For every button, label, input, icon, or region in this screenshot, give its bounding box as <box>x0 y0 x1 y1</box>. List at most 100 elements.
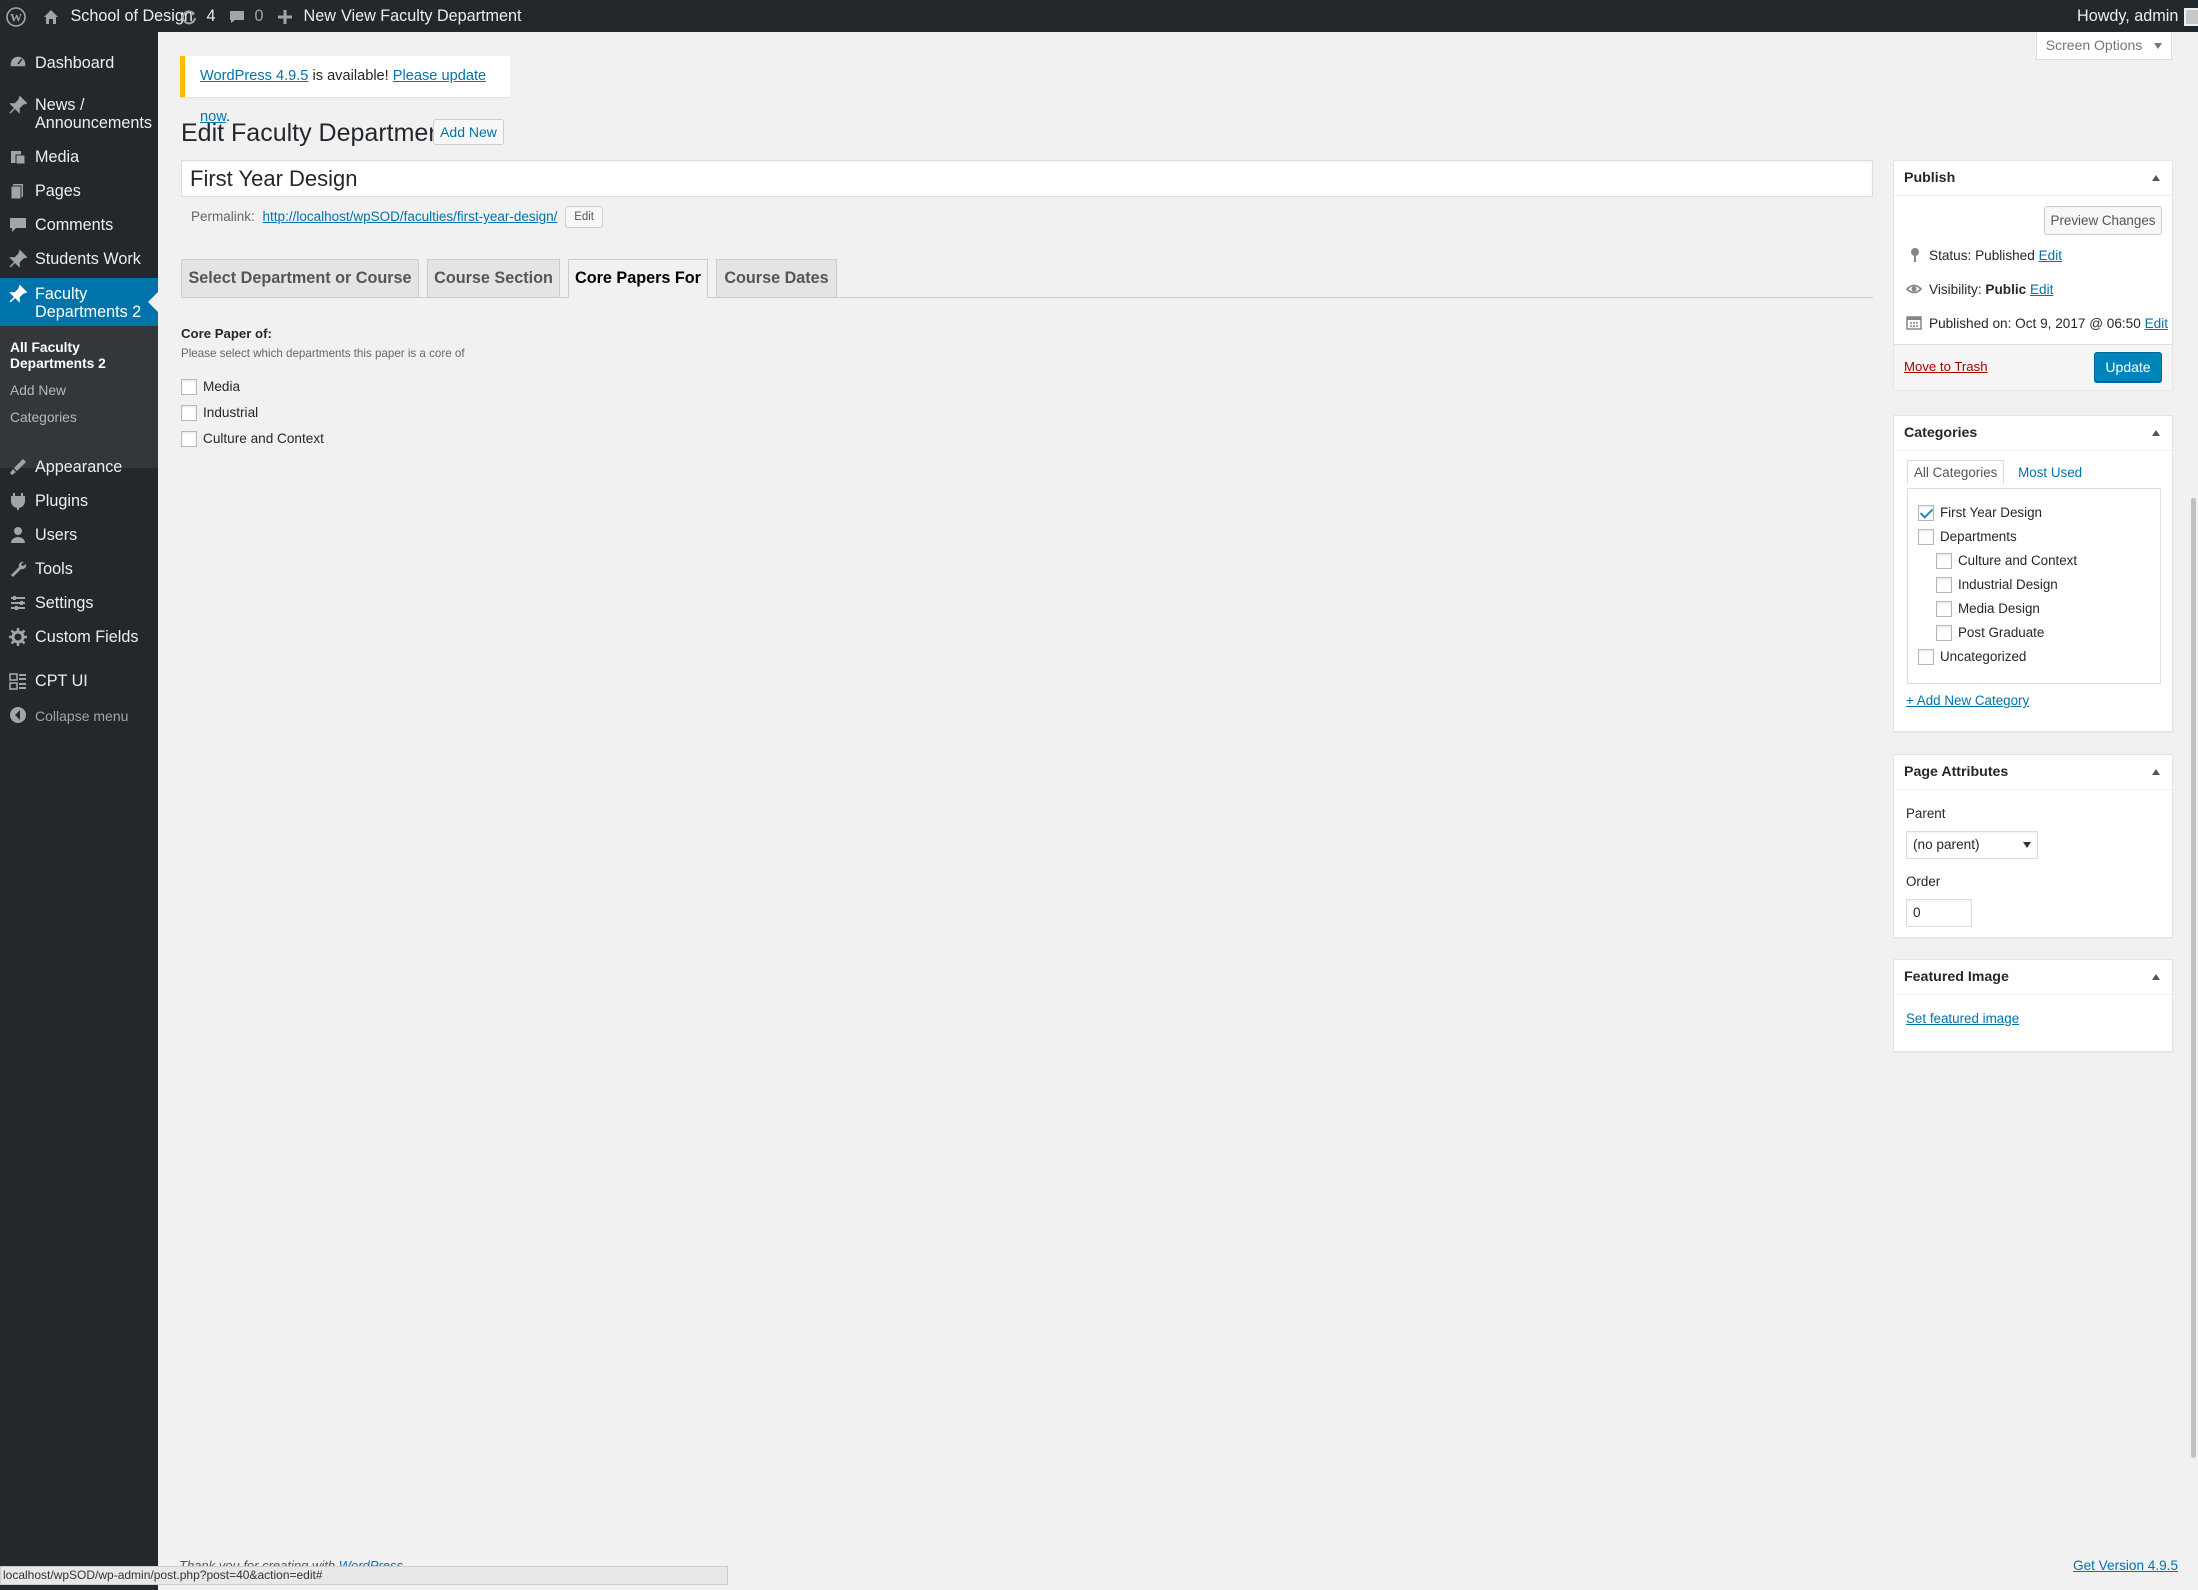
page-attributes-header[interactable]: Page Attributes <box>1894 755 2172 790</box>
home-icon <box>44 9 58 24</box>
category-culture-and-context[interactable]: Culture and Context <box>1936 553 2078 570</box>
publish-title: Publish <box>1904 170 1956 186</box>
tab-course-section[interactable]: Course Section <box>427 259 560 298</box>
category-label: Industrial Design <box>1958 577 2058 592</box>
view-faculty-link[interactable]: View Faculty Department <box>341 0 522 32</box>
menu-custom-fields[interactable]: Custom Fields <box>0 624 158 650</box>
menu-settings[interactable]: Settings <box>0 590 158 616</box>
menu-label: Students Work <box>35 250 141 268</box>
status-row: Status: Published Edit <box>1929 247 2062 265</box>
category-post-graduate[interactable]: Post Graduate <box>1936 625 2044 642</box>
category-departments[interactable]: Departments <box>1918 529 2017 546</box>
checkbox[interactable] <box>181 379 197 396</box>
menu-label: Faculty <box>35 285 88 303</box>
menu-faculty-departments[interactable]: Faculty Departments 2 <box>0 278 158 326</box>
category-industrial-design[interactable]: Industrial Design <box>1936 577 2058 594</box>
visibility-edit-link[interactable]: Edit <box>2030 282 2053 297</box>
menu-media[interactable]: Media <box>0 144 158 170</box>
menu-plugins[interactable]: Plugins <box>0 488 158 514</box>
categories-title: Categories <box>1904 425 1978 441</box>
checkbox[interactable] <box>1936 601 1952 618</box>
checkbox[interactable] <box>1936 577 1952 594</box>
get-version-link[interactable]: Get Version 4.9.5 <box>2073 1558 2178 1573</box>
category-uncategorized[interactable]: Uncategorized <box>1918 649 2026 666</box>
collapse-arrow-icon[interactable] <box>2152 974 2160 980</box>
category-label: Culture and Context <box>1958 553 2078 568</box>
status-edit-link[interactable]: Edit <box>2039 248 2062 263</box>
checkbox[interactable] <box>181 405 197 422</box>
tab-most-used[interactable]: Most Used <box>2018 465 2082 480</box>
scrollbar-thumb[interactable] <box>2191 498 2196 1458</box>
published-value: Oct 9, 2017 @ 06:50 <box>2015 316 2141 331</box>
menu-label: Pages <box>35 182 81 200</box>
published-edit-link[interactable]: Edit <box>2145 316 2168 331</box>
collapse-arrow-icon[interactable] <box>2152 430 2160 436</box>
collapse-icon <box>10 707 26 723</box>
wordpress-logo-icon[interactable]: W <box>6 0 26 32</box>
scrollbar[interactable] <box>2189 32 2198 1590</box>
checkbox[interactable] <box>1918 505 1934 522</box>
menu-pages[interactable]: Pages <box>0 178 158 204</box>
pages-icon <box>10 184 23 200</box>
menu-label: Settings <box>35 594 94 612</box>
categories-box-header[interactable]: Categories <box>1894 416 2172 451</box>
tab-select-department[interactable]: Select Department or Course <box>181 259 419 298</box>
screen-options-label: Screen Options <box>2045 37 2143 53</box>
collapse-menu-button[interactable]: Collapse menu <box>0 702 158 728</box>
permalink-edit-button[interactable]: Edit <box>565 206 604 229</box>
comments-link[interactable]: 0 <box>228 0 264 32</box>
visibility-row: Visibility: Public Edit <box>1929 281 2053 299</box>
menu-cpt-ui[interactable]: CPT UI <box>0 668 158 694</box>
menu-dashboard[interactable]: Dashboard <box>0 50 158 76</box>
eye-icon <box>1906 284 1922 294</box>
add-new-category-link[interactable]: + Add New Category <box>1906 692 2029 710</box>
submenu-add-new[interactable]: Add New <box>10 383 66 399</box>
new-content-link[interactable]: New <box>277 0 336 32</box>
core-paper-option-media[interactable]: Media <box>181 378 240 396</box>
visibility-value: Public <box>1985 282 2027 297</box>
tab-core-papers-for[interactable]: Core Papers For <box>568 259 708 298</box>
avatar <box>2184 7 2198 26</box>
account-menu[interactable]: Howdy, admin <box>2077 0 2198 32</box>
add-new-button[interactable]: Add New <box>433 119 504 145</box>
collapse-arrow-icon[interactable] <box>2152 769 2160 775</box>
category-media-design[interactable]: Media Design <box>1936 601 2040 618</box>
set-featured-image-link[interactable]: Set featured image <box>1906 1010 2019 1028</box>
core-paper-option-industrial[interactable]: Industrial <box>181 404 258 422</box>
checkbox[interactable] <box>1936 625 1952 642</box>
wordpress-version-link[interactable]: WordPress 4.9.5 <box>200 68 308 84</box>
update-button[interactable]: Update <box>2094 352 2162 382</box>
status-value: Published <box>1975 248 2035 263</box>
post-title-input[interactable]: First Year Design <box>181 160 1873 197</box>
menu-students-work[interactable]: Students Work <box>0 246 158 272</box>
submenu-all-faculty[interactable]: All Faculty Departments 2 <box>10 340 106 372</box>
featured-image-box: Featured Image Set featured image <box>1893 959 2173 1052</box>
featured-image-header[interactable]: Featured Image <box>1894 960 2172 995</box>
checkbox[interactable] <box>1918 529 1934 546</box>
publish-box-header[interactable]: Publish <box>1894 161 2172 196</box>
preview-changes-button[interactable]: Preview Changes <box>2044 206 2162 235</box>
core-paper-option-culture[interactable]: Culture and Context <box>181 430 324 448</box>
menu-appearance[interactable]: Appearance <box>0 454 158 480</box>
menu-tools[interactable]: Tools <box>0 556 158 582</box>
move-to-trash-link[interactable]: Move to Trash <box>1904 358 1988 376</box>
checkbox[interactable] <box>181 431 197 448</box>
parent-select[interactable]: (no parent) <box>1906 831 2038 859</box>
permalink-url[interactable]: http://localhost/wpSOD/faculties/first-y… <box>263 209 558 224</box>
menu-news-announcements[interactable]: News / Announcements <box>0 92 158 134</box>
media-icon <box>11 151 26 165</box>
menu-comments[interactable]: Comments <box>0 212 158 238</box>
collapse-arrow-icon[interactable] <box>2152 175 2160 181</box>
menu-users[interactable]: Users <box>0 522 158 548</box>
updates-link[interactable]: 4 <box>180 0 216 32</box>
checkbox[interactable] <box>1936 553 1952 570</box>
order-input[interactable]: 0 <box>1906 899 1972 927</box>
tab-course-dates[interactable]: Course Dates <box>716 259 837 298</box>
category-first-year-design[interactable]: First Year Design <box>1918 505 2042 522</box>
tab-all-categories[interactable]: All Categories <box>1907 460 2005 485</box>
site-name-link[interactable]: School of Design <box>42 0 193 32</box>
screen-options-button[interactable]: Screen Options <box>2036 32 2172 60</box>
checkbox[interactable] <box>1918 649 1934 666</box>
published-on-row: Published on: Oct 9, 2017 @ 06:50 Edit <box>1929 315 2168 333</box>
submenu-categories[interactable]: Categories <box>10 410 77 426</box>
